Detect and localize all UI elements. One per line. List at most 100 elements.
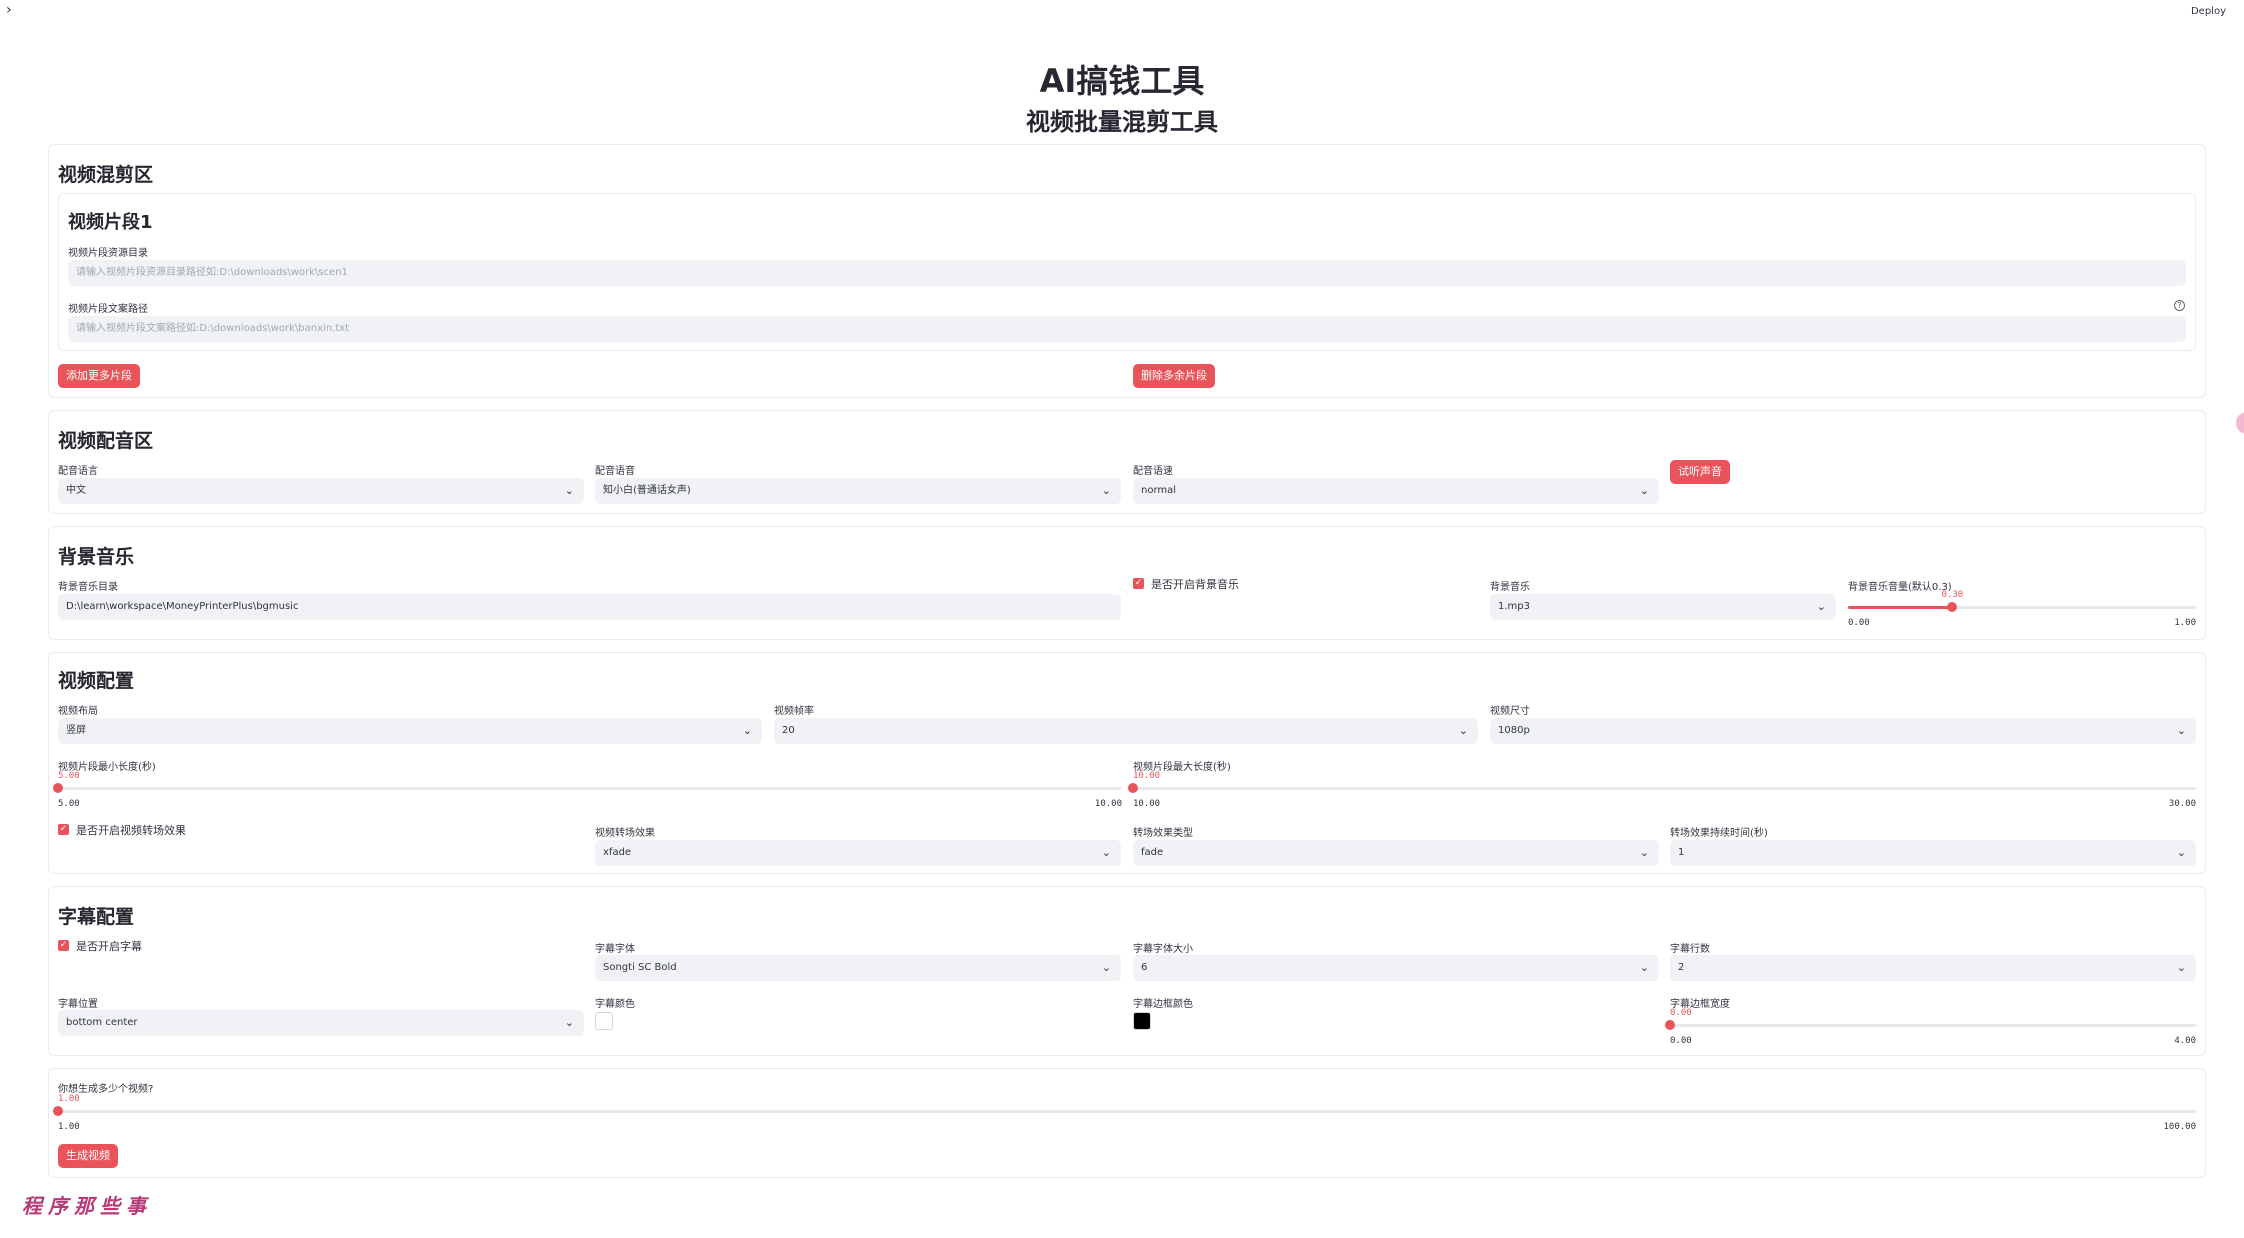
slider-thumb[interactable]	[53, 783, 63, 793]
chevron-down-icon: ⌄	[2176, 961, 2186, 974]
position-select[interactable]: bottom center ⌄	[58, 1010, 584, 1036]
slider-current-value: 0.30	[1941, 590, 1964, 600]
voice-label: 配音语音	[595, 466, 635, 477]
slider-min: 10.00	[1133, 799, 1161, 809]
fps-value: 20	[782, 725, 795, 736]
count-label: 你想生成多少个视频?	[58, 1084, 154, 1095]
lines-value: 2	[1678, 962, 1685, 973]
slider-thumb[interactable]	[53, 1106, 63, 1116]
fps-label: 视频帧率	[774, 706, 814, 717]
slider-track	[1128, 783, 2196, 793]
layout-label: 视频布局	[58, 706, 98, 717]
subtitle-color-picker[interactable]	[595, 1012, 613, 1030]
slider-current-value: 0.00	[1670, 1008, 1692, 1018]
generate-video-button[interactable]: 生成视频	[58, 1144, 118, 1168]
slider-max: 100.00	[2163, 1122, 2196, 1132]
transition-enable-label: 是否开启视频转场效果	[76, 824, 186, 837]
chevron-down-icon: ⌄	[564, 1016, 574, 1029]
slider-max: 30.00	[2168, 799, 2196, 809]
voice-select[interactable]: 知小白(普通话女声) ⌄	[595, 478, 1121, 504]
font-value: Songti SC Bold	[603, 962, 677, 973]
chevron-down-icon: ⌄	[1639, 846, 1649, 859]
font-size-value: 6	[1141, 962, 1148, 973]
slider-current-value: 5.00	[58, 771, 80, 781]
page-title: AI搞钱工具	[1039, 62, 1205, 100]
bgm-dir-input[interactable]: D:\learn\workspace\MoneyPrinterPlus\bgmu…	[58, 594, 1121, 620]
bgm-enable-checkbox[interactable]: ✓	[1133, 578, 1144, 589]
font-size-label: 字幕字体大小	[1133, 944, 1193, 955]
slider-min: 1.00	[58, 1122, 80, 1132]
bgm-music-value: 1.mp3	[1498, 601, 1530, 612]
subtitle-heading: 字幕配置	[58, 906, 135, 928]
slider-max: 10.00	[1094, 799, 1122, 809]
bgm-heading: 背景音乐	[58, 546, 135, 568]
speed-select[interactable]: normal ⌄	[1133, 478, 1659, 504]
font-size-select[interactable]: 6 ⌄	[1133, 955, 1659, 981]
copy-path-input[interactable]: 请输入视频片段文案路径如:D:\downloads\work\banxin.tx…	[68, 316, 2186, 342]
speed-label: 配音语速	[1133, 466, 1173, 477]
floating-widget-icon[interactable]	[2236, 412, 2244, 434]
slider-track	[53, 783, 1122, 793]
slider-min: 0.00	[1670, 1036, 1692, 1046]
chevron-down-icon: ⌄	[1101, 484, 1111, 497]
chevron-down-icon: ⌄	[1639, 961, 1649, 974]
help-icon[interactable]: ?	[2174, 300, 2185, 311]
slider-max: 4.00	[2174, 1036, 2196, 1046]
font-label: 字幕字体	[595, 944, 635, 955]
slider-min: 0.00	[1848, 618, 1870, 628]
deploy-button[interactable]: Deploy	[2185, 4, 2232, 19]
chevron-down-icon: ⌄	[2176, 846, 2186, 859]
slider-track	[1848, 602, 2196, 612]
transition-type-select[interactable]: fade ⌄	[1133, 840, 1659, 866]
speed-value: normal	[1141, 485, 1177, 496]
chevron-down-icon: ⌄	[742, 724, 752, 737]
remove-segment-button[interactable]: 删除多余片段	[1133, 364, 1215, 388]
voice-heading: 视频配音区	[58, 430, 154, 452]
chevron-down-icon: ⌄	[1816, 600, 1826, 613]
layout-value: 竖屏	[66, 725, 86, 736]
color-label: 字幕颜色	[595, 999, 635, 1010]
layout-select[interactable]: 竖屏 ⌄	[58, 718, 762, 744]
bgm-volume-label: 背景音乐音量(默认0.3)	[1848, 582, 1952, 593]
subtitle-enable-label: 是否开启字幕	[76, 940, 142, 953]
transition-duration-select[interactable]: 1 ⌄	[1670, 840, 2196, 866]
chevron-down-icon: ⌄	[1639, 484, 1649, 497]
fps-select[interactable]: 20 ⌄	[774, 718, 1478, 744]
transition-select[interactable]: xfade ⌄	[595, 840, 1121, 866]
border-color-picker[interactable]	[1133, 1012, 1151, 1030]
position-value: bottom center	[66, 1017, 138, 1028]
add-segment-button[interactable]: 添加更多片段	[58, 364, 140, 388]
slider-current-value: 10.00	[1133, 771, 1161, 781]
slider-max: 1.00	[2174, 618, 2196, 628]
slider-thumb[interactable]	[1128, 783, 1138, 793]
segment-1-heading: 视频片段1	[68, 212, 153, 233]
page-subtitle: 视频批量混剪工具	[1026, 108, 1218, 136]
position-label: 字幕位置	[58, 999, 98, 1010]
transition-value: xfade	[603, 847, 632, 858]
video-heading: 视频配置	[58, 670, 135, 692]
slider-thumb[interactable]	[1665, 1020, 1675, 1030]
transition-duration-value: 1	[1678, 847, 1685, 858]
font-select[interactable]: Songti SC Bold ⌄	[595, 955, 1121, 981]
subtitle-enable-checkbox[interactable]: ✓	[58, 940, 69, 951]
slider-current-value: 1.00	[58, 1094, 80, 1104]
chevron-down-icon: ⌄	[1101, 961, 1111, 974]
lines-select[interactable]: 2 ⌄	[1670, 955, 2196, 981]
size-select[interactable]: 1080p ⌄	[1490, 718, 2196, 744]
generate-section	[48, 1068, 2206, 1178]
bgm-enable-label: 是否开启背景音乐	[1151, 578, 1239, 591]
sidebar-toggle-chevron-right-icon[interactable]: ›	[6, 2, 12, 18]
resource-dir-input[interactable]: 请输入视频片段资源目录路径如:D:\downloads\work\scen1	[68, 260, 2186, 286]
transition-type-value: fade	[1141, 847, 1164, 858]
voice-value: 知小白(普通话女声)	[603, 485, 691, 496]
resource-dir-label: 视频片段资源目录	[68, 248, 148, 259]
border-color-label: 字幕边框颜色	[1133, 999, 1193, 1010]
lines-label: 字幕行数	[1670, 944, 1710, 955]
preview-voice-button[interactable]: 试听声音	[1670, 460, 1730, 484]
bgm-music-select[interactable]: 1.mp3 ⌄	[1490, 594, 1836, 620]
bgm-dir-label: 背景音乐目录	[58, 582, 118, 593]
chevron-down-icon: ⌄	[2176, 724, 2186, 737]
slider-track	[1665, 1020, 2196, 1030]
transition-enable-checkbox[interactable]: ✓	[58, 824, 69, 835]
language-select[interactable]: 中文 ⌄	[58, 478, 584, 504]
